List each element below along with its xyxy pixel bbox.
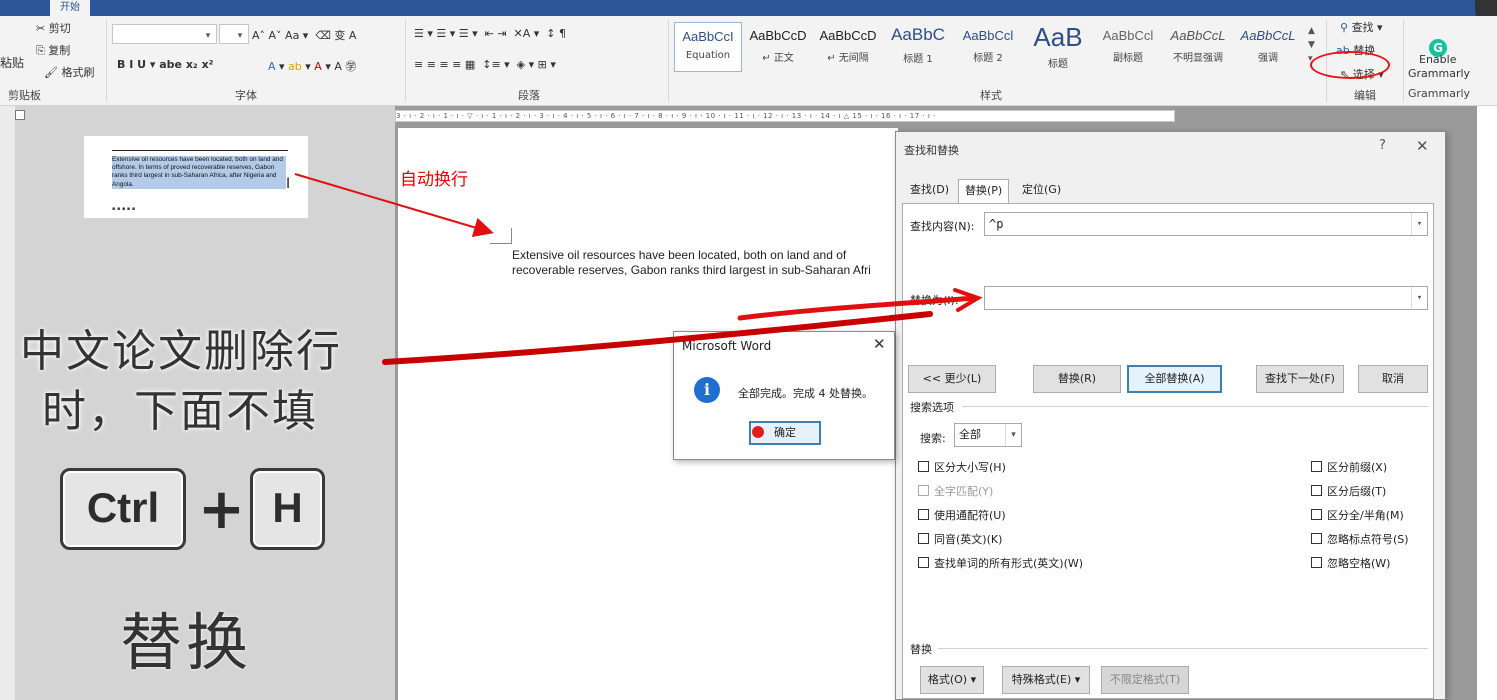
arrow-to-document: [294, 173, 494, 238]
brush-stroke-lower: [382, 311, 933, 365]
annotation-arrows: [294, 173, 983, 365]
brush-stroke-upper: [737, 295, 978, 321]
